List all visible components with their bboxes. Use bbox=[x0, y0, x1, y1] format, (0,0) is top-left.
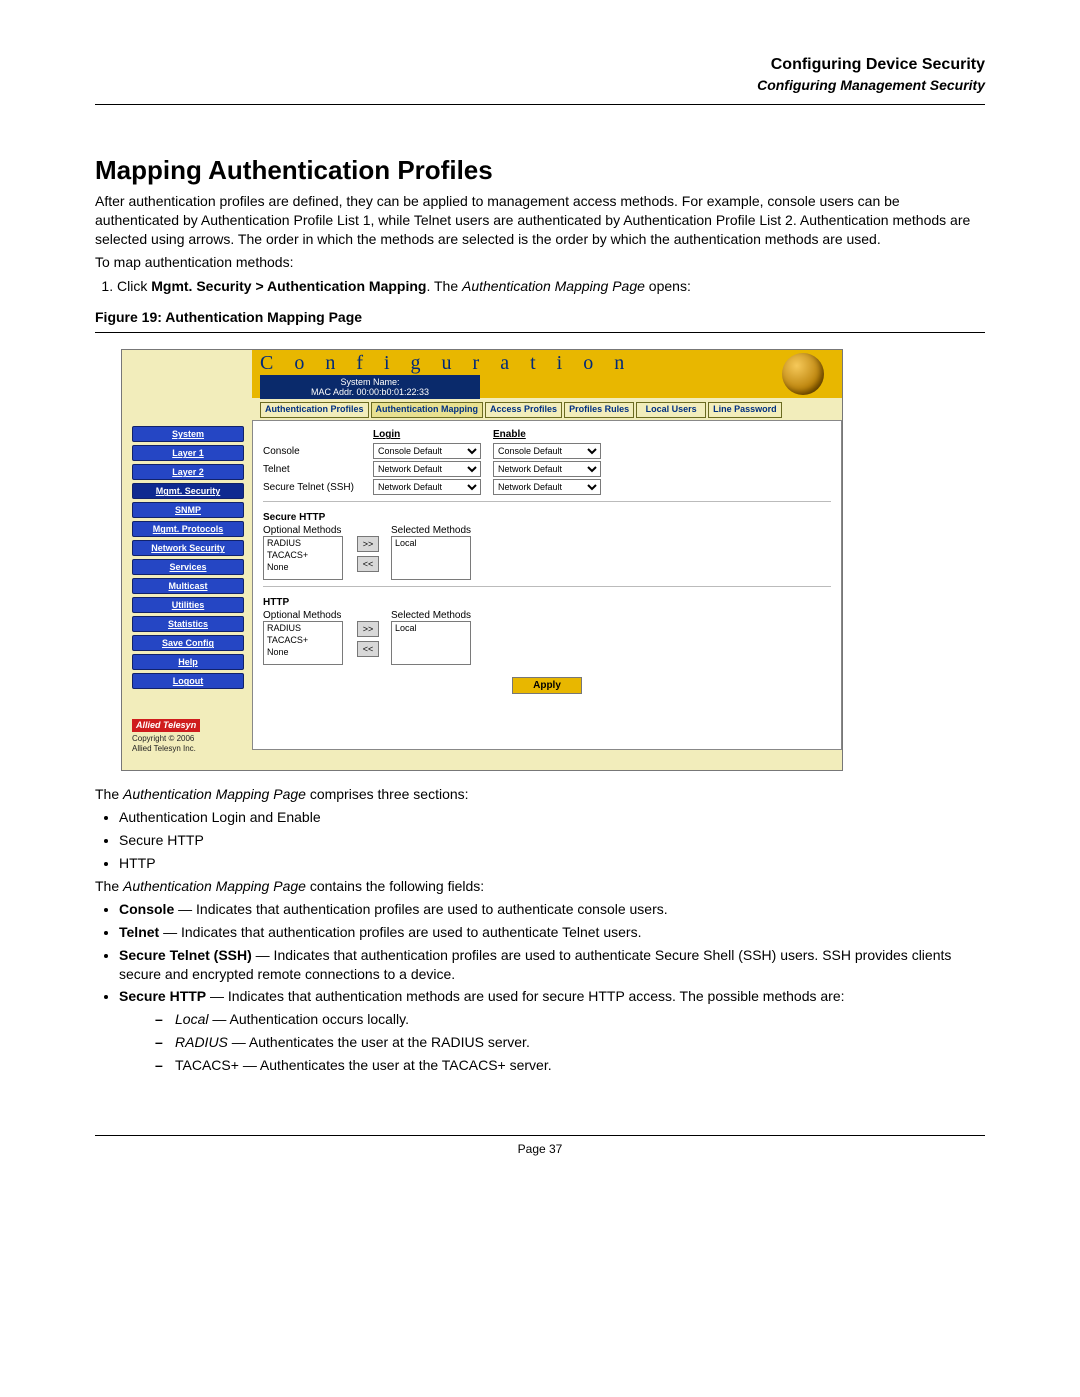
row-ssh-label: Secure Telnet (SSH) bbox=[263, 482, 373, 493]
sidebar: System Layer 1 Layer 2 Mgmt. Security SN… bbox=[122, 420, 252, 754]
sub-radius: RADIUS — Authenticates the user at the R… bbox=[155, 1033, 985, 1052]
sidebar-item-save-config[interactable]: Save Config bbox=[132, 635, 244, 651]
sidebar-item-utilities[interactable]: Utilities bbox=[132, 597, 244, 613]
lead-text: To map authentication methods: bbox=[95, 253, 985, 272]
brand-block: Allied Telesyn Copyright © 2006 Allied T… bbox=[132, 719, 242, 753]
main-panel: Login Enable Console Console Default Con… bbox=[252, 420, 842, 750]
move-right-button[interactable]: >> bbox=[357, 621, 379, 637]
https-optional-list[interactable]: RADIUS TACACS+ None bbox=[263, 536, 343, 580]
chapter-title: Configuring Device Security bbox=[95, 55, 985, 76]
tab-bar: Authentication Profiles Authentication M… bbox=[260, 398, 842, 420]
sidebar-item-mgmt-security[interactable]: Mgmt. Security bbox=[132, 483, 244, 499]
sections-list: Authentication Login and Enable Secure H… bbox=[119, 808, 985, 873]
col-login: Login bbox=[373, 429, 493, 440]
tab-access-profiles[interactable]: Access Profiles bbox=[485, 402, 562, 418]
col-enable: Enable bbox=[493, 429, 613, 440]
sidebar-item-multicast[interactable]: Multicast bbox=[132, 578, 244, 594]
sub-local: Local — Authentication occurs locally. bbox=[155, 1010, 985, 1029]
sidebar-item-layer2[interactable]: Layer 2 bbox=[132, 464, 244, 480]
tab-line-password[interactable]: Line Password bbox=[708, 402, 782, 418]
telnet-enable-select[interactable]: Network Default bbox=[493, 461, 601, 477]
intro-paragraph: After authentication profiles are define… bbox=[95, 192, 985, 249]
https-selected-list[interactable]: Local bbox=[391, 536, 471, 580]
figure-caption: Figure 19: Authentication Mapping Page bbox=[95, 308, 985, 327]
sidebar-item-help[interactable]: Help bbox=[132, 654, 244, 670]
move-left-button[interactable]: << bbox=[357, 641, 379, 657]
section-item: Authentication Login and Enable bbox=[119, 808, 985, 827]
sidebar-item-statistics[interactable]: Statistics bbox=[132, 616, 244, 632]
figure-rule bbox=[95, 332, 985, 333]
globe-icon bbox=[782, 353, 824, 395]
field-telnet: Telnet — Indicates that authentication p… bbox=[119, 923, 985, 942]
http-title: HTTP bbox=[263, 597, 831, 608]
field-secure-http: Secure HTTP — Indicates that authenticat… bbox=[119, 987, 985, 1075]
sub-tacacs: TACACS+ — Authenticates the user at the … bbox=[155, 1056, 985, 1075]
logo-area bbox=[122, 350, 252, 398]
move-right-button[interactable]: >> bbox=[357, 536, 379, 552]
telnet-login-select[interactable]: Network Default bbox=[373, 461, 481, 477]
section-item: Secure HTTP bbox=[119, 831, 985, 850]
section-title: Configuring Management Security bbox=[95, 76, 985, 94]
section-item: HTTP bbox=[119, 854, 985, 873]
ssh-login-select[interactable]: Network Default bbox=[373, 479, 481, 495]
page-footer: Page 37 bbox=[95, 1142, 985, 1156]
sidebar-item-layer1[interactable]: Layer 1 bbox=[132, 445, 244, 461]
http-optional-list[interactable]: RADIUS TACACS+ None bbox=[263, 621, 343, 665]
header-rule bbox=[95, 104, 985, 105]
steps-list: Click Mgmt. Security > Authentication Ma… bbox=[95, 278, 985, 294]
page-heading: Mapping Authentication Profiles bbox=[95, 155, 985, 186]
console-login-select[interactable]: Console Default bbox=[373, 443, 481, 459]
step-1: Click Mgmt. Security > Authentication Ma… bbox=[117, 278, 985, 294]
footer-rule bbox=[95, 1135, 985, 1136]
tab-local-users[interactable]: Local Users bbox=[636, 402, 706, 418]
fields-list: Console — Indicates that authentication … bbox=[119, 900, 985, 1075]
row-telnet-label: Telnet bbox=[263, 464, 373, 475]
sidebar-item-network-security[interactable]: Network Security bbox=[132, 540, 244, 556]
contains-text: The Authentication Mapping Page contains… bbox=[95, 877, 985, 896]
sidebar-item-snmp[interactable]: SNMP bbox=[132, 502, 244, 518]
sidebar-item-mgmt-protocols[interactable]: Mgmt. Protocols bbox=[132, 521, 244, 537]
sidebar-item-services[interactable]: Services bbox=[132, 559, 244, 575]
screenshot-embed: 984×605 C o n f i g u r a t i o n System… bbox=[121, 349, 843, 771]
row-console-label: Console bbox=[263, 446, 373, 457]
secure-http-title: Secure HTTP bbox=[263, 512, 831, 523]
tab-auth-profiles[interactable]: Authentication Profiles bbox=[260, 402, 369, 418]
tab-auth-mapping[interactable]: Authentication Mapping bbox=[371, 402, 484, 418]
field-console: Console — Indicates that authentication … bbox=[119, 900, 985, 919]
sidebar-item-system[interactable]: System bbox=[132, 426, 244, 442]
field-ssh: Secure Telnet (SSH) — Indicates that aut… bbox=[119, 946, 985, 984]
move-left-button[interactable]: << bbox=[357, 556, 379, 572]
sidebar-item-logout[interactable]: Logout bbox=[132, 673, 244, 689]
http-selected-list[interactable]: Local bbox=[391, 621, 471, 665]
apply-button[interactable]: Apply bbox=[512, 677, 582, 694]
console-enable-select[interactable]: Console Default bbox=[493, 443, 601, 459]
app-title: C o n f i g u r a t i o n bbox=[252, 350, 842, 375]
comprises-text: The Authentication Mapping Page comprise… bbox=[95, 785, 985, 804]
brand-logo: Allied Telesyn bbox=[132, 719, 200, 732]
system-name-bar: System Name: MAC Addr. 00:00:b0:01:22:33 bbox=[260, 375, 480, 399]
ssh-enable-select[interactable]: Network Default bbox=[493, 479, 601, 495]
tab-profiles-rules[interactable]: Profiles Rules bbox=[564, 402, 634, 418]
